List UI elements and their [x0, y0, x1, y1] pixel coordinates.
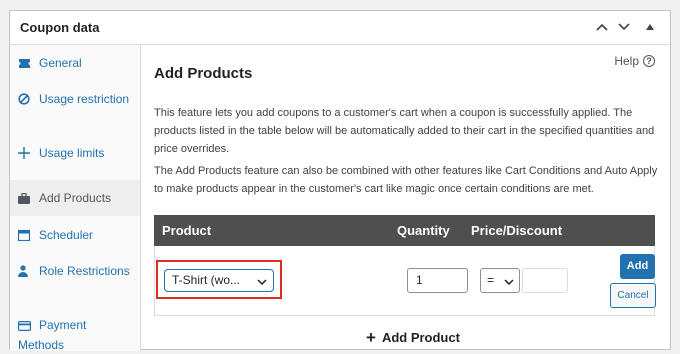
- chevron-down-icon: [257, 275, 267, 289]
- sidebar-item-label: Role Restrictions: [39, 264, 130, 278]
- sidebar-item-scheduler[interactable]: Scheduler: [10, 226, 140, 246]
- products-table-header: Product Quantity Price/Discount: [154, 215, 655, 246]
- panel-header: Coupon data: [10, 11, 670, 45]
- briefcase-icon: [18, 191, 32, 209]
- sidebar-item-usage-limits[interactable]: Usage limits: [10, 144, 140, 164]
- sidebar-item-label: Add Products: [39, 191, 112, 205]
- ticket-icon: [18, 56, 32, 74]
- chevron-down-icon: [504, 275, 514, 289]
- product-select[interactable]: T-Shirt (wo...: [164, 269, 274, 292]
- column-header-price-discount: Price/Discount: [471, 223, 563, 238]
- sidebar-item-role-restrictions[interactable]: Role Restrictions: [10, 262, 140, 282]
- calendar-icon: [17, 228, 32, 246]
- add-products-content: Help ? Add Products This feature lets yo…: [141, 45, 670, 351]
- quantity-input[interactable]: 1: [407, 268, 468, 293]
- sidebar-item-label: Scheduler: [39, 228, 94, 242]
- add-button[interactable]: Add: [620, 254, 655, 279]
- plus-arrows-icon: [18, 146, 32, 164]
- sidebar-item-label: General: [39, 56, 82, 70]
- sidebar-item-label: Usage restriction: [39, 92, 130, 106]
- cancel-button[interactable]: Cancel: [610, 283, 656, 308]
- product-select-value: T-Shirt (wo...: [172, 273, 241, 287]
- add-product-label: Add Product: [381, 330, 460, 345]
- user-icon: [18, 264, 32, 282]
- move-up-icon[interactable]: [592, 17, 612, 37]
- column-header-product: Product: [162, 223, 212, 238]
- toggle-panel-icon[interactable]: [640, 17, 660, 37]
- panel-title: Coupon data: [20, 20, 100, 35]
- sidebar: General Usage restriction Usage limits A…: [10, 45, 141, 354]
- sidebar-item-payment-methods[interactable]: Payment Methods: [10, 316, 140, 354]
- section-title: Add Products: [154, 65, 253, 82]
- sidebar-item-general[interactable]: General: [10, 54, 140, 74]
- discount-value-input[interactable]: [522, 268, 568, 293]
- description-paragraph: This feature lets you add coupons to a c…: [154, 107, 655, 155]
- coupon-data-panel: Coupon data General Usage restriction Us…: [9, 10, 671, 354]
- sidebar-item-usage-restriction[interactable]: Usage restriction: [10, 90, 140, 110]
- description-paragraph: The Add Products feature can also be com…: [154, 165, 658, 195]
- help-link[interactable]: Help ?: [614, 54, 655, 68]
- column-header-quantity: Quantity: [397, 223, 450, 238]
- card-icon: [18, 318, 32, 336]
- sidebar-item-label: Usage limits: [39, 146, 105, 160]
- discount-operator-select[interactable]: =: [480, 268, 520, 293]
- help-icon: ?: [643, 55, 655, 67]
- plus-icon: +: [366, 327, 376, 347]
- add-product-button[interactable]: + Add Product: [366, 327, 460, 347]
- discount-operator-value: =: [487, 273, 495, 287]
- ban-icon: [18, 92, 32, 110]
- sidebar-item-add-products[interactable]: Add Products: [10, 180, 140, 216]
- help-label: Help: [614, 54, 639, 68]
- product-select-highlight: T-Shirt (wo...: [156, 260, 282, 299]
- move-down-icon[interactable]: [614, 17, 634, 37]
